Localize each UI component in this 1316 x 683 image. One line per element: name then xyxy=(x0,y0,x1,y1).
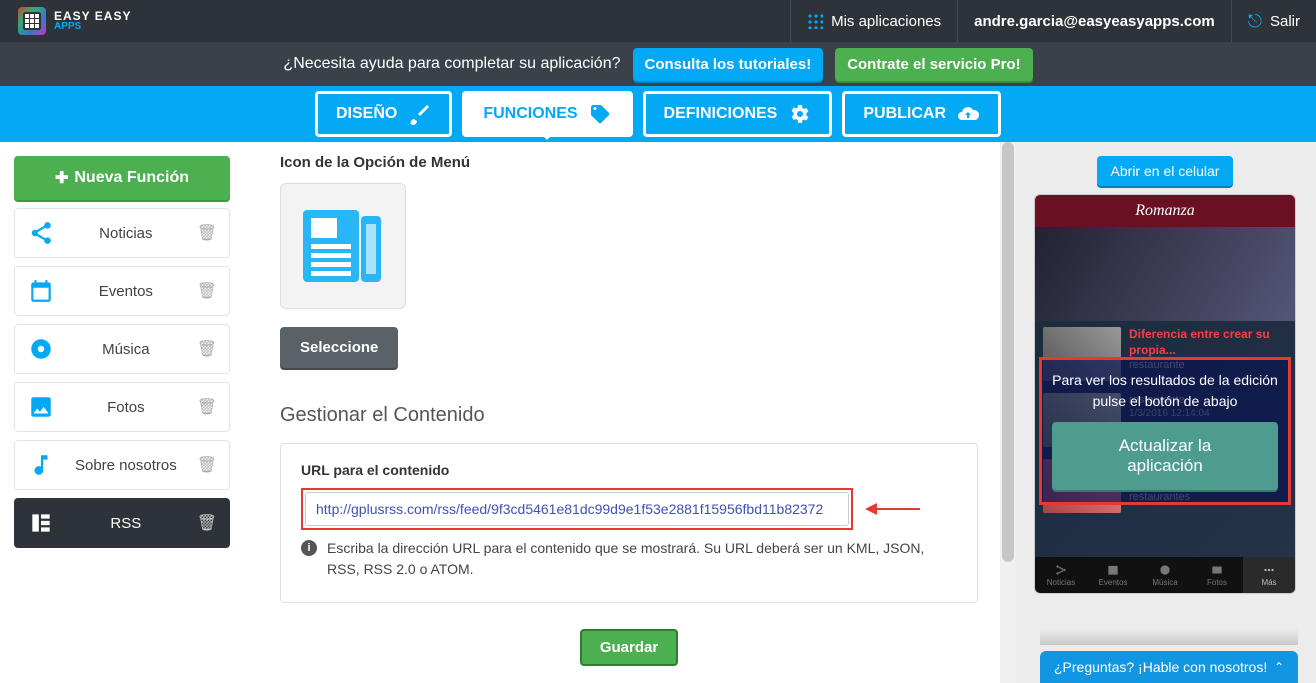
url-help-text: Escriba la dirección URL para el conteni… xyxy=(327,538,957,580)
sidebar-item-sobre-nosotros[interactable]: Sobre nosotros 🗑 xyxy=(14,440,230,490)
pro-service-button[interactable]: Contrate el servicio Pro! xyxy=(835,48,1032,81)
sidebar-item-fotos[interactable]: Fotos 🗑 xyxy=(14,382,230,432)
plus-icon: ✚ xyxy=(55,168,68,188)
phone-nav: Noticias Eventos Música Fotos Más xyxy=(1035,557,1295,593)
music-note-icon xyxy=(27,451,55,479)
nav-my-apps-label: Mis aplicaciones xyxy=(831,13,941,30)
share-icon xyxy=(27,219,55,247)
nav-logout[interactable]: ⎋ Salir xyxy=(1231,0,1316,42)
url-highlight-box xyxy=(301,488,853,530)
arrow-annotation-icon xyxy=(865,500,921,518)
chat-widget-text: ¿Preguntas? ¡Hable con nosotros! xyxy=(1054,659,1267,675)
newspaper-icon xyxy=(293,196,393,296)
tab-functions[interactable]: FUNCIONES xyxy=(462,91,632,137)
update-app-button[interactable]: Actualizar la aplicación xyxy=(1052,422,1278,490)
top-bar: EASY EASY APPS Mis aplicaciones andre.ga… xyxy=(0,0,1316,42)
scrollbar-thumb[interactable] xyxy=(1002,142,1014,562)
disc-icon xyxy=(27,335,55,363)
sidebar-item-musica[interactable]: Música 🗑 xyxy=(14,324,230,374)
main-area: ✚ Nueva Función Noticias 🗑 Eventos 🗑 Mús… xyxy=(0,142,1316,683)
nav-my-apps[interactable]: Mis aplicaciones xyxy=(790,0,957,42)
phone-nav-eventos[interactable]: Eventos xyxy=(1087,557,1139,593)
phone-hero-image xyxy=(1035,227,1295,321)
image-icon xyxy=(27,393,55,421)
icon-section-title: Icon de la Opción de Menú xyxy=(280,154,978,171)
chat-widget[interactable]: ¿Preguntas? ¡Hable con nosotros! ⌃ xyxy=(1040,651,1298,683)
functions-sidebar: ✚ Nueva Función Noticias 🗑 Eventos 🗑 Mús… xyxy=(0,142,244,683)
new-function-button[interactable]: ✚ Nueva Función xyxy=(14,156,230,200)
cloud-upload-icon xyxy=(956,102,980,126)
phone-preview: Romanza Diferencia entre crear su propia… xyxy=(1034,194,1296,594)
trash-icon[interactable]: 🗑 xyxy=(197,397,217,417)
url-card: URL para el contenido i Escriba la direc… xyxy=(280,443,978,603)
brand-icon xyxy=(18,7,46,35)
rss-icon xyxy=(27,509,55,537)
gear-icon xyxy=(787,102,811,126)
phone-nav-fotos[interactable]: Fotos xyxy=(1191,557,1243,593)
nav-user-email[interactable]: andre.garcia@easyeasyapps.com xyxy=(957,0,1231,42)
brand-text: EASY EASY APPS xyxy=(54,10,131,32)
sidebar-item-eventos[interactable]: Eventos 🗑 xyxy=(14,266,230,316)
content-area: Icon de la Opción de Menú Seleccione Ges… xyxy=(244,142,1014,683)
sidebar-item-rss[interactable]: RSS 🗑 xyxy=(14,498,230,548)
phone-nav-mas[interactable]: Más xyxy=(1243,557,1295,593)
scrollbar[interactable] xyxy=(1000,142,1016,683)
trash-icon[interactable]: 🗑 xyxy=(197,513,217,533)
open-mobile-button[interactable]: Abrir en el celular xyxy=(1097,156,1234,186)
preview-pane: Abrir en el celular Romanza Diferencia e… xyxy=(1014,142,1316,683)
apps-grid-icon xyxy=(807,13,823,29)
preview-overlay: Para ver los resultados de la edición pu… xyxy=(1039,357,1291,505)
phone-nav-musica[interactable]: Música xyxy=(1139,557,1191,593)
brand-logo[interactable]: EASY EASY APPS xyxy=(0,7,149,35)
chevron-up-icon: ⌃ xyxy=(1274,660,1284,674)
overlay-message: Para ver los resultados de la edición pu… xyxy=(1052,370,1278,412)
save-button[interactable]: Guardar xyxy=(580,629,678,666)
sidebar-item-noticias[interactable]: Noticias 🗑 xyxy=(14,208,230,258)
tutorials-button[interactable]: Consulta los tutoriales! xyxy=(633,48,824,81)
logout-icon: ⎋ xyxy=(1248,11,1262,32)
phone-app-title: Romanza xyxy=(1035,195,1295,227)
trash-icon[interactable]: 🗑 xyxy=(197,339,217,359)
brush-icon xyxy=(407,102,431,126)
tab-definitions[interactable]: DEFINICIONES xyxy=(643,91,833,137)
tab-publish[interactable]: PUBLICAR xyxy=(842,91,1001,137)
info-icon: i xyxy=(301,540,317,556)
tab-design[interactable]: DISEÑO xyxy=(315,91,452,137)
help-question: ¿Necesita ayuda para completar su aplica… xyxy=(283,55,620,73)
url-field-label: URL para el contenido xyxy=(301,462,957,478)
calendar-icon xyxy=(27,277,55,305)
menu-icon-preview xyxy=(280,183,406,309)
trash-icon[interactable]: 🗑 xyxy=(197,223,217,243)
step-tabs: DISEÑO FUNCIONES DEFINICIONES PUBLICAR xyxy=(0,86,1316,142)
manage-content-title: Gestionar el Contenido xyxy=(280,404,978,427)
tag-icon xyxy=(588,102,612,126)
content-url-input[interactable] xyxy=(305,492,849,526)
select-icon-button[interactable]: Seleccione xyxy=(280,327,398,368)
trash-icon[interactable]: 🗑 xyxy=(197,281,217,301)
help-bar: ¿Necesita ayuda para completar su aplica… xyxy=(0,42,1316,86)
trash-icon[interactable]: 🗑 xyxy=(197,455,217,475)
phone-body: Diferencia entre crear su propia... rest… xyxy=(1035,227,1295,557)
phone-nav-noticias[interactable]: Noticias xyxy=(1035,557,1087,593)
